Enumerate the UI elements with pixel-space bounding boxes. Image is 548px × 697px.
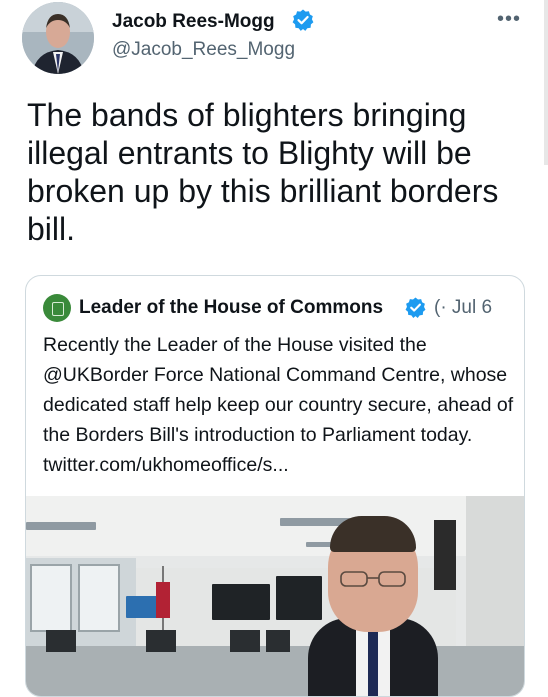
quoted-tweet-text: Recently the Leader of the House visited… [43,334,514,476]
speaker-hair [330,516,416,552]
quoted-avatar[interactable] [43,294,71,322]
more-dots-icon[interactable]: ••• [497,8,521,31]
wall-equipment [434,520,456,590]
union-flag [156,582,170,618]
quoted-verified-badge-icon [405,297,426,318]
quoted-video-thumbnail[interactable] [26,496,524,696]
wall-screen [276,576,322,620]
desk-monitor [146,630,176,652]
speaker-tie [368,632,378,696]
desk-monitor [266,630,290,652]
right-edge-divider [544,0,548,165]
quoted-display-name[interactable]: Leader of the House of Commons [79,297,383,319]
speaker-glasses [340,571,406,587]
author-avatar[interactable] [22,2,94,74]
author-portrait [22,2,94,74]
author-handle[interactable]: @Jacob_Rees_Mogg [112,39,295,61]
ceiling-light [26,522,96,530]
quoted-handle-date[interactable]: (· Jul 6 [434,297,492,319]
desk-monitor [46,630,76,652]
tweet-text: The bands of blighters bringing illegal … [27,97,499,247]
author-display-name[interactable]: Jacob Rees-Mogg [112,11,275,33]
desk-monitor [230,630,260,652]
quoted-tweet-card[interactable]: Leader of the House of Commons (· Jul 6 … [25,275,525,697]
office-desks [26,646,524,696]
verified-badge-icon [292,9,314,31]
wall-screen [212,584,270,620]
